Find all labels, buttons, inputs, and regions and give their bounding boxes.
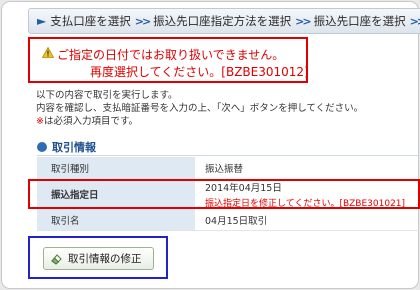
required-mark: ※ bbox=[36, 116, 44, 127]
chevron-right-icon: ► bbox=[37, 14, 47, 28]
breadcrumb-separator-icon: >> bbox=[409, 14, 420, 28]
row-label: 取引種別 bbox=[37, 157, 195, 179]
breadcrumb-separator-icon: >> bbox=[295, 14, 312, 28]
intro-line-3: ※は必須入力項目です。 bbox=[36, 113, 138, 127]
row-value-cell: 04月15日取引 bbox=[205, 209, 267, 230]
error-banner: ご指定の日付ではお取り扱いできません。 再度選択してください。[BZBE3010… bbox=[28, 37, 309, 83]
row-value: 振込振替 bbox=[205, 164, 244, 175]
error-message-line-1: ご指定の日付ではお取り扱いできません。 bbox=[57, 48, 285, 62]
error-message-line-2: 再度選択してください。[BZBE301012] bbox=[90, 65, 309, 79]
intro-line-1: 以下の内容で取引を実行します。 bbox=[36, 90, 178, 101]
warning-icon bbox=[42, 47, 54, 58]
section-header: 取引情報 bbox=[37, 139, 96, 155]
error-highlight-box bbox=[28, 179, 420, 209]
edit-transaction-button[interactable]: 取引情報の修正 bbox=[43, 247, 154, 270]
breadcrumb-separator-icon: >> bbox=[134, 14, 152, 28]
table-row: 取引種別 振込振替 bbox=[37, 157, 420, 180]
row-label: 取引名 bbox=[37, 209, 195, 230]
required-note: は必須入力項目です。 bbox=[43, 116, 139, 127]
breadcrumb-step-3: 振込先口座を選択 bbox=[313, 14, 406, 28]
circle-bullet-icon bbox=[37, 142, 47, 152]
section-title: 取引情報 bbox=[52, 141, 96, 154]
section-divider bbox=[37, 155, 420, 156]
breadcrumb: ► 支払口座を選択 >> 振込先口座指定方法を選択 >> 振込先口座を選択 >>… bbox=[28, 8, 420, 34]
breadcrumb-step-1: 支払口座を選択 bbox=[50, 14, 131, 28]
breadcrumb-step-2: 振込先口座指定方法を選択 bbox=[153, 14, 292, 28]
edit-transaction-label: 取引情報の修正 bbox=[68, 253, 142, 265]
intro-line-2: 内容を確認し、支払暗証番号を入力の上、「次へ」ボタンを押してください。 bbox=[36, 103, 364, 114]
eraser-icon bbox=[51, 253, 62, 265]
table-row: 取引名 04月15日取引 bbox=[37, 209, 420, 231]
row-value: 04月15日取引 bbox=[205, 215, 268, 227]
row-value-cell: 振込振替 bbox=[205, 157, 243, 179]
